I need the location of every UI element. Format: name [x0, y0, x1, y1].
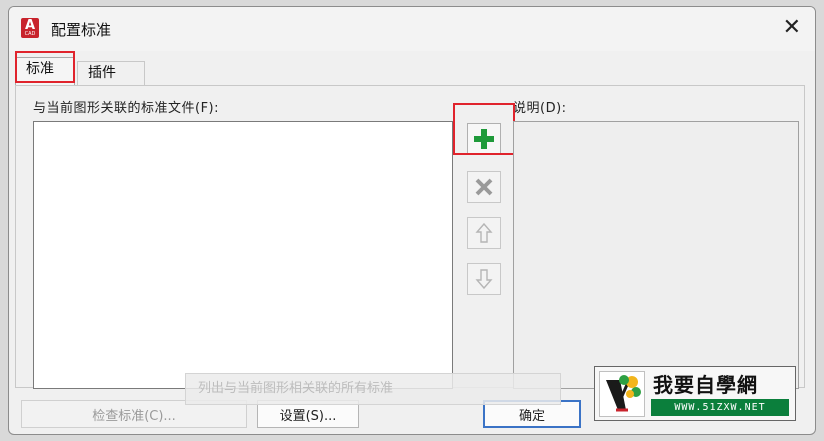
- move-up-button[interactable]: [467, 217, 501, 249]
- watermark-url: WWW.51ZXW.NET: [651, 399, 789, 416]
- dialog-title: 配置标准: [51, 21, 112, 39]
- remove-standards-file-button[interactable]: [467, 171, 501, 203]
- app-icon-sub: CAD: [24, 31, 36, 37]
- watermark-logo: [599, 371, 645, 417]
- arrow-down-icon: [475, 269, 493, 290]
- autocad-icon: A CAD: [21, 18, 39, 38]
- add-button-highlight: [453, 103, 515, 155]
- watermark-title: 我要自學網: [653, 373, 758, 397]
- description-box: [513, 121, 799, 389]
- description-label: 说明(D):: [513, 101, 567, 116]
- tab-plugins[interactable]: 插件: [77, 61, 145, 85]
- close-icon[interactable]: ✕: [783, 15, 801, 40]
- arrow-up-icon: [475, 222, 493, 243]
- site-watermark: 我要自學網 WWW.51ZXW.NET: [594, 366, 796, 421]
- move-down-button[interactable]: [467, 263, 501, 295]
- file-list-tooltip: 列出与当前图形相关联的所有标准: [185, 373, 561, 405]
- files-list-label: 与当前图形关联的标准文件(F):: [33, 101, 220, 116]
- x-icon: [475, 178, 493, 196]
- leaf-v-icon: [606, 375, 641, 412]
- standards-file-list[interactable]: [33, 121, 453, 389]
- standards-tab-highlight: [15, 51, 75, 83]
- title-bar: A CAD 配置标准 ✕: [9, 7, 815, 51]
